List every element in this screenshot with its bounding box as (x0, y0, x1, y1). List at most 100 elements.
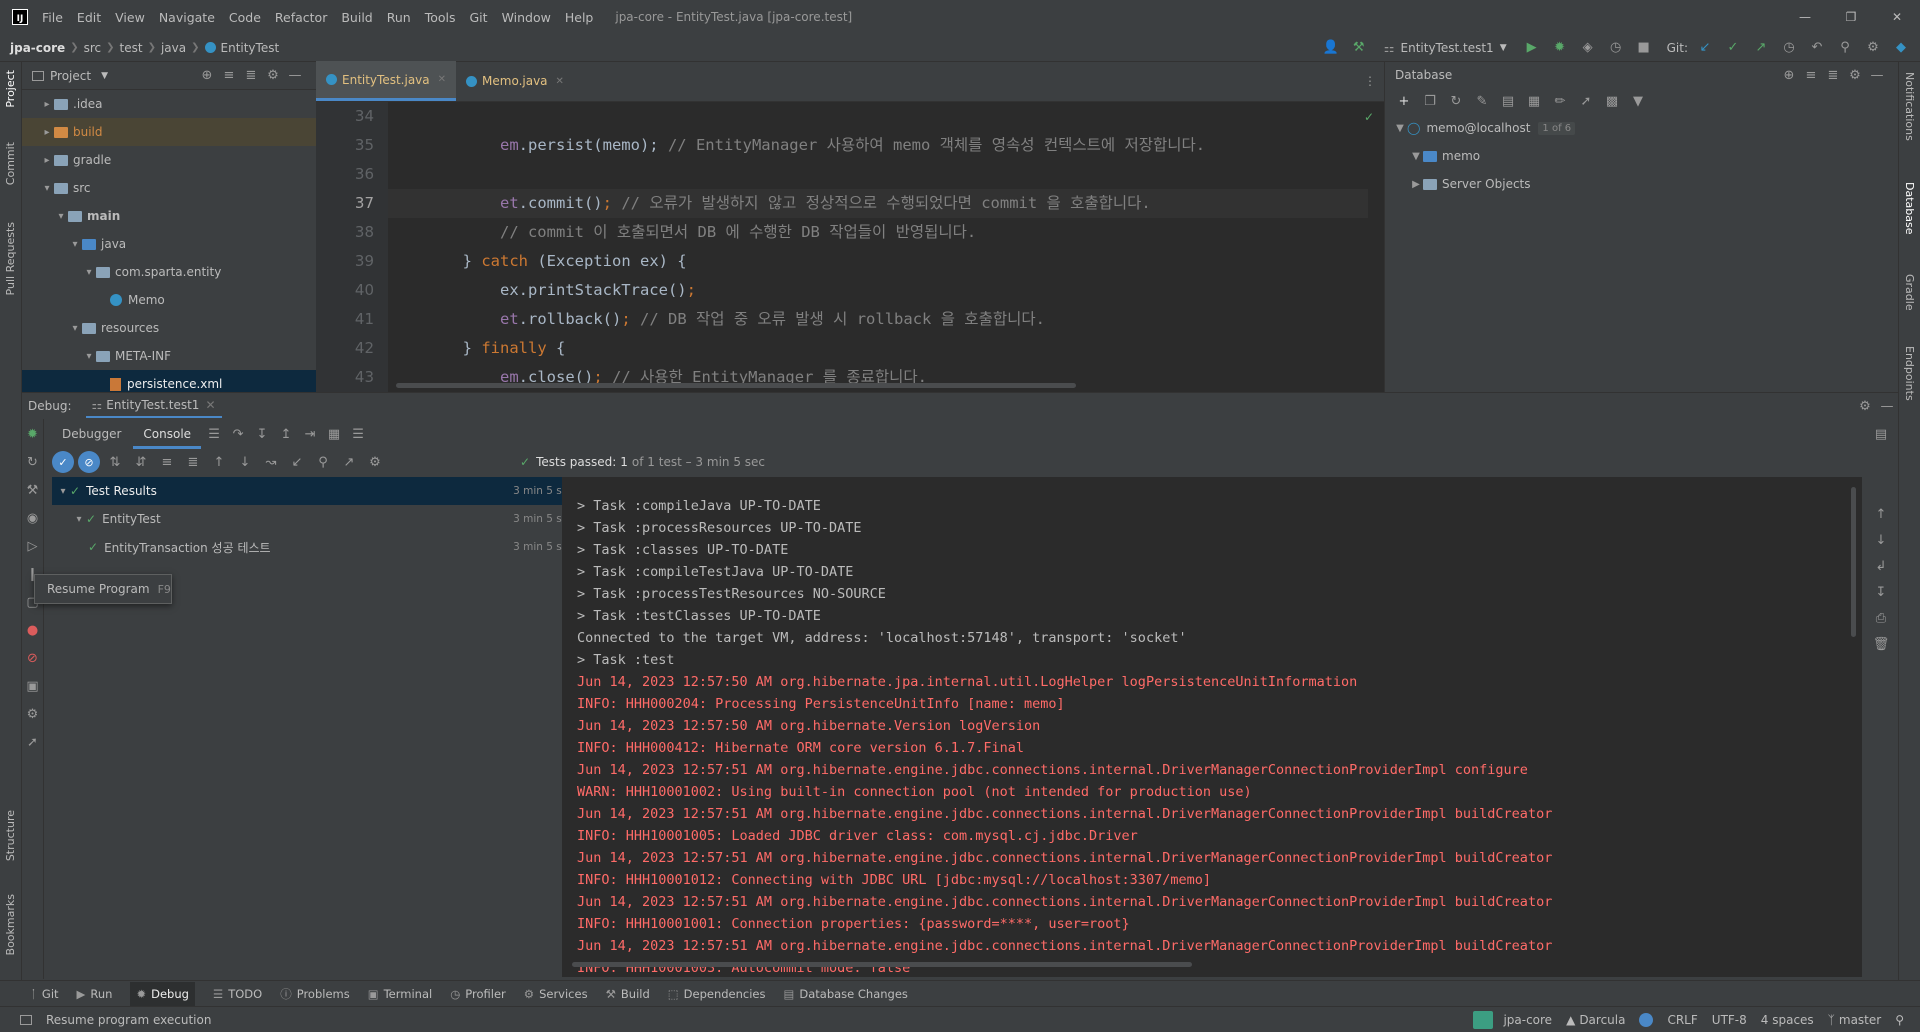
close-tab-icon[interactable]: ✕ (438, 74, 446, 85)
status-circle-icon[interactable] (1639, 1012, 1654, 1027)
view-breakpoints-icon[interactable]: ● (22, 619, 44, 641)
close-tab-icon[interactable]: ✕ (556, 76, 564, 87)
tree-item[interactable]: ▾ com.sparta.entity (22, 258, 316, 286)
collapse-all-icon[interactable]: ≣ (240, 65, 262, 87)
settings-gear-icon[interactable]: ⚙ (1862, 37, 1884, 59)
user-icon[interactable]: 👤 (1320, 37, 1342, 59)
git-commit-icon[interactable]: ✓ (1722, 37, 1744, 59)
expand-all-icon[interactable]: ≡ (1800, 64, 1822, 86)
close-icon[interactable]: ✕ (205, 398, 215, 412)
status-indent[interactable]: 4 spaces (1761, 1013, 1814, 1027)
theme-widget[interactable]: ▲ Darcula (1566, 1013, 1625, 1027)
db-connection[interactable]: ▼ ◯ memo@localhost 1 of 6 (1385, 114, 1898, 142)
menu-view[interactable]: View (115, 10, 145, 25)
debug-session-tab[interactable]: ⚏ EntityTest.test1 ✕ (85, 394, 222, 418)
menu-tools[interactable]: Tools (425, 10, 456, 25)
tree-item[interactable]: ▾ java (22, 230, 316, 258)
breadcrumb-item[interactable]: src (84, 41, 102, 55)
evaluate-icon[interactable]: ▦ (323, 423, 345, 445)
menu-refactor[interactable]: Refactor (275, 10, 327, 25)
code-line[interactable]: em.persist(memo); // EntityManager 사용하여 … (388, 131, 1368, 160)
tool-tab-debug[interactable]: ✹ Debug (130, 981, 195, 1006)
camera-icon[interactable]: ▣ (22, 675, 44, 697)
rollback-icon[interactable]: ↶ (1806, 37, 1828, 59)
mute-breakpoints-icon[interactable]: ⊘ (22, 647, 44, 669)
git-update-icon[interactable]: ↙ (1694, 37, 1716, 59)
tool-tab-todo[interactable]: ☰ TODO (213, 987, 262, 1001)
edit-icon[interactable]: ✏ (1549, 90, 1571, 112)
tab-console[interactable]: Console (133, 419, 202, 449)
tab-debugger[interactable]: Debugger (52, 427, 131, 441)
menu-build[interactable]: Build (341, 10, 372, 25)
soft-wrap-icon[interactable]: ↲ (1870, 555, 1892, 577)
filter-icon[interactable]: ▼ (1627, 90, 1649, 112)
chevron-down-icon[interactable]: ▾ (82, 351, 96, 362)
coverage-icon[interactable]: ◈ (1577, 37, 1599, 59)
breadcrumb-item[interactable]: test (120, 41, 143, 55)
tree-item[interactable]: ▾ src (22, 174, 316, 202)
git-push-icon[interactable]: ↗ (1750, 37, 1772, 59)
refresh-icon[interactable]: ↻ (1445, 90, 1467, 112)
tree-item[interactable]: ▾ resources (22, 314, 316, 342)
search-icon[interactable]: ⚲ (312, 451, 334, 473)
minimize-icon[interactable]: — (1782, 10, 1828, 24)
code-line[interactable]: // commit 이 호출되면서 DB 에 수행한 DB 작업들이 반영됩니다… (388, 218, 1368, 247)
chevron-down-icon[interactable]: ▾ (56, 486, 70, 497)
chevron-right-icon[interactable]: ▸ (40, 99, 54, 110)
menu-edit[interactable]: Edit (77, 10, 101, 25)
console-output[interactable]: > Task :compileJava UP-TO-DATE > Task :pr… (562, 477, 1862, 977)
strip-project[interactable]: Project (4, 70, 17, 108)
tool-tab-dependencies[interactable]: ⬚ Dependencies (668, 987, 766, 1001)
db-schema-memo[interactable]: ▼ memo (1385, 142, 1898, 170)
code-line[interactable] (388, 160, 1368, 189)
run-to-cursor-icon[interactable]: ⇥ (299, 423, 321, 445)
tool-tab-terminal[interactable]: ▣ Terminal (368, 987, 432, 1001)
print-icon[interactable]: ⎙ (1870, 607, 1892, 629)
schema-icon[interactable]: ✎ (1471, 90, 1493, 112)
prev-test-icon[interactable]: ↑ (208, 451, 230, 473)
hide-icon[interactable]: — (1876, 395, 1898, 417)
status-line-separator[interactable]: CRLF (1667, 1013, 1697, 1027)
code-line[interactable] (388, 102, 1368, 131)
db-server-objects[interactable]: ▶ Server Objects (1385, 170, 1898, 198)
chevron-down-icon[interactable]: ▾ (40, 183, 54, 194)
console-icon[interactable]: ▤ (1497, 90, 1519, 112)
code-line[interactable]: } catch (Exception ex) { (388, 247, 1368, 276)
locate-icon[interactable]: ⊕ (1778, 64, 1800, 86)
intellij-logo-icon[interactable]: IJ (12, 9, 28, 25)
gear-icon[interactable]: ⚙ (364, 451, 386, 473)
tree-item[interactable]: ▸ gradle (22, 146, 316, 174)
strip-endpoints[interactable]: Endpoints (1903, 346, 1916, 401)
table-icon[interactable]: ▦ (1523, 90, 1545, 112)
show-ignored-icon[interactable]: ⊘ (78, 451, 100, 473)
rerun-failed-icon[interactable]: ↻ (22, 451, 44, 473)
tool-tab-services[interactable]: ⚙ Services (524, 987, 588, 1001)
expand-all-icon[interactable]: ≡ (156, 451, 178, 473)
settings-icon[interactable]: ⚙ (22, 703, 44, 725)
modify-config-icon[interactable]: ⚒ (22, 479, 44, 501)
copy-icon[interactable]: ❐ (1419, 90, 1441, 112)
strip-bookmarks[interactable]: Bookmarks (4, 894, 17, 955)
menu-window[interactable]: Window (502, 10, 551, 25)
pin-icon[interactable]: ➚ (22, 731, 44, 753)
strip-pull-requests[interactable]: Pull Requests (4, 222, 17, 295)
chevron-down-icon[interactable]: ▼ (1409, 151, 1423, 162)
project-widget[interactable]: jpa-core (1473, 1010, 1552, 1029)
test-result-row[interactable]: ▾ ✓ Test Results 3 min 5 sec (52, 477, 582, 505)
next-test-icon[interactable]: ↓ (234, 451, 256, 473)
tool-tab-problems[interactable]: ⓘ Problems (280, 986, 350, 1002)
trace-icon[interactable]: ☰ (347, 423, 369, 445)
collapse-all-icon[interactable]: ≣ (182, 451, 204, 473)
history-icon[interactable]: ◷ (1778, 37, 1800, 59)
chevron-down-icon[interactable]: ▾ (68, 239, 82, 250)
chevron-down-icon[interactable]: ▾ (54, 211, 68, 222)
strip-commit[interactable]: Commit (4, 142, 17, 185)
toggle-panels-icon[interactable] (20, 1014, 32, 1025)
scroll-down-icon[interactable]: ↓ (1870, 529, 1892, 551)
locate-icon[interactable]: ⊕ (196, 65, 218, 87)
chevron-down-icon[interactable]: ▾ (68, 323, 82, 334)
debug-icon[interactable]: ✹ (1549, 37, 1571, 59)
tool-tab-git[interactable]: ᛙ Git (30, 987, 59, 1001)
query-console-icon[interactable]: ▩ (1601, 90, 1623, 112)
menu-help[interactable]: Help (565, 10, 594, 25)
